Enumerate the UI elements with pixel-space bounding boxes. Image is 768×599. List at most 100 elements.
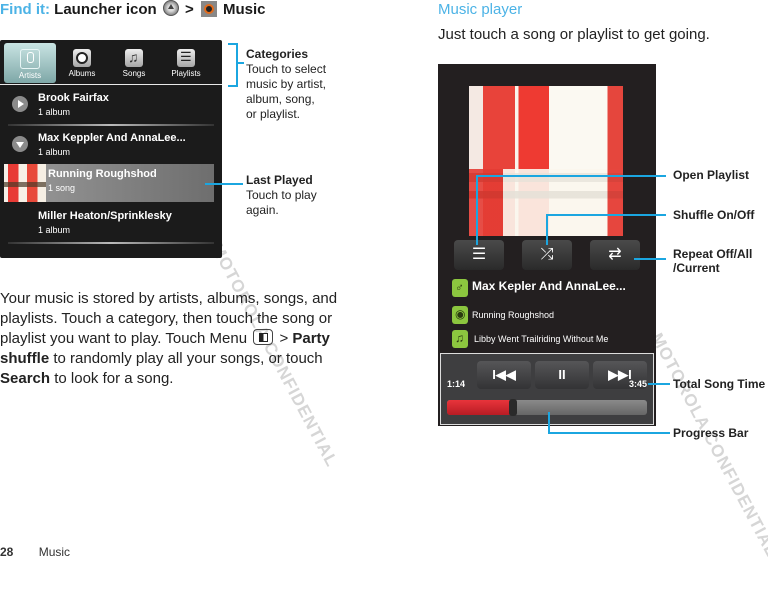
progress-handle[interactable] — [509, 399, 517, 416]
music-library-screen: Artists Albums Songs Playlists Brook Fai… — [0, 40, 222, 258]
tab-albums[interactable]: Albums — [56, 43, 108, 83]
path-separator: > — [185, 1, 194, 18]
music-label: Music — [222, 1, 266, 18]
progress-fill — [447, 400, 513, 415]
music-app-icon — [200, 1, 217, 17]
song-line: Libby Went Trailriding Without Me — [452, 330, 608, 348]
list-item[interactable]: Max Keppler And AnnaLee... 1 album — [0, 128, 218, 166]
callout-line — [634, 258, 666, 260]
callout-heading: Last Played — [246, 173, 313, 187]
progress-bar[interactable] — [447, 399, 647, 416]
treble-clef-icon — [125, 49, 143, 67]
list-item[interactable]: Miller Heaton/Sprinklesky 1 album — [0, 206, 218, 244]
tab-label: Playlists — [171, 69, 201, 78]
categories-callout: Categories Touch to select music by arti… — [246, 47, 326, 122]
watermark: MOTOROLA CONFIDENTIAL — [646, 330, 768, 561]
playback-controls: 1:14 I◀◀ II ▶▶I 3:45 — [440, 353, 654, 425]
find-it-line: Find it: Launcher icon > Music — [0, 0, 265, 19]
artist-line: Max Kepler And AnnaLee... — [452, 279, 626, 297]
item-subtitle: 1 album — [38, 107, 71, 117]
song-name: Libby Went Trailriding Without Me — [474, 334, 609, 344]
callout-text: or playlist. — [246, 107, 301, 121]
tab-playlists[interactable]: Playlists — [160, 43, 212, 83]
list-item-last-played[interactable]: Running Roughshod 1 song — [4, 164, 214, 202]
album-art-thumbnail — [4, 164, 46, 202]
section-title: Music player — [438, 1, 523, 18]
open-playlist-callout: Open Playlist — [673, 168, 750, 182]
microphone-icon — [452, 279, 468, 297]
tab-songs[interactable]: Songs — [108, 43, 160, 83]
callout-line — [648, 383, 670, 385]
callout-text: Touch to select — [246, 62, 327, 76]
tab-label: Artists — [18, 71, 42, 80]
tab-label: Albums — [68, 69, 96, 78]
search-term: Search — [0, 370, 51, 387]
callout-heading: Categories — [246, 47, 309, 61]
callout-line — [476, 175, 666, 177]
find-it-label: Find it: — [0, 1, 50, 18]
item-subtitle: 1 album — [38, 225, 71, 235]
callout-line — [548, 412, 550, 434]
callout-line — [236, 62, 244, 64]
category-tabs: Artists Albums Songs Playlists — [0, 40, 222, 85]
item-subtitle: 1 album — [38, 147, 71, 157]
section-name: Music — [38, 545, 71, 559]
watermark-line: MOTOROLA CONFIDENTIAL — [647, 330, 768, 561]
launcher-label: Launcher icon — [54, 1, 157, 18]
callout-text: /Current — [673, 261, 720, 275]
elapsed-time: 1:14 — [447, 379, 466, 389]
callout-line — [205, 183, 243, 185]
previous-icon: I◀◀ — [492, 367, 516, 382]
callout-text: again. — [246, 203, 279, 217]
previous-button[interactable]: I◀◀ — [477, 361, 531, 389]
paragraph-text: to randomly play all your songs, or touc… — [53, 350, 323, 367]
pause-button[interactable]: II — [535, 361, 589, 389]
callout-text: music by artist, — [246, 77, 327, 91]
expand-circle-icon[interactable] — [12, 136, 28, 152]
open-playlist-button[interactable]: ☰ — [454, 240, 504, 270]
play-circle-icon[interactable] — [12, 96, 28, 112]
callout-text: album, song, — [246, 92, 315, 106]
repeat-callout: Repeat Off/All /Current — [673, 247, 752, 275]
artist-name: Max Kepler And AnnaLee... — [472, 279, 626, 293]
total-time: 3:45 — [629, 379, 648, 389]
page-footer: 28 Music — [0, 545, 70, 559]
callout-line — [546, 214, 666, 216]
item-title: Max Keppler And AnnaLee... — [38, 132, 186, 144]
callout-line — [548, 432, 670, 434]
list-icon — [177, 49, 195, 67]
menu-key-icon — [253, 329, 274, 345]
item-subtitle: 1 song — [48, 183, 76, 193]
disc-icon — [73, 49, 91, 67]
shuffle-callout: Shuffle On/Off — [673, 208, 755, 222]
item-title: Brook Fairfax — [38, 92, 109, 104]
paragraph-text: to look for a song. — [54, 370, 174, 387]
callout-text: Repeat Off/All — [673, 247, 753, 261]
list-icon: ☰ — [471, 246, 487, 263]
page-number: 28 — [0, 545, 14, 559]
pause-icon: II — [558, 367, 566, 382]
last-played-callout: Last Played Touch to play again. — [246, 173, 317, 218]
total-song-time-callout: Total Song Time — [673, 377, 766, 391]
launcher-icon — [162, 0, 179, 16]
microphone-icon — [20, 49, 40, 69]
callout-text: Touch to play — [246, 188, 317, 202]
shuffle-icon: ⤮ — [540, 246, 554, 263]
callout-line — [546, 215, 548, 245]
album-name: Running Roughshod — [472, 310, 555, 320]
categories-bracket — [228, 43, 238, 87]
repeat-icon: ⇄ — [608, 246, 622, 263]
repeat-button[interactable]: ⇄ — [590, 240, 640, 270]
divider — [8, 242, 214, 244]
item-title: Miller Heaton/Sprinklesky — [38, 210, 172, 222]
item-title: Running Roughshod — [48, 168, 157, 180]
instructions-paragraph: Your music is stored by artists, albums,… — [0, 289, 360, 389]
progress-bar-callout: Progress Bar — [673, 426, 749, 440]
tab-artists[interactable]: Artists — [4, 43, 56, 83]
tab-label: Songs — [122, 69, 146, 78]
paragraph-text: > — [279, 330, 289, 347]
disc-icon — [452, 306, 468, 324]
section-subtitle: Just touch a song or playlist to get goi… — [438, 26, 710, 43]
list-item[interactable]: Brook Fairfax 1 album — [0, 88, 218, 126]
divider — [8, 124, 214, 126]
